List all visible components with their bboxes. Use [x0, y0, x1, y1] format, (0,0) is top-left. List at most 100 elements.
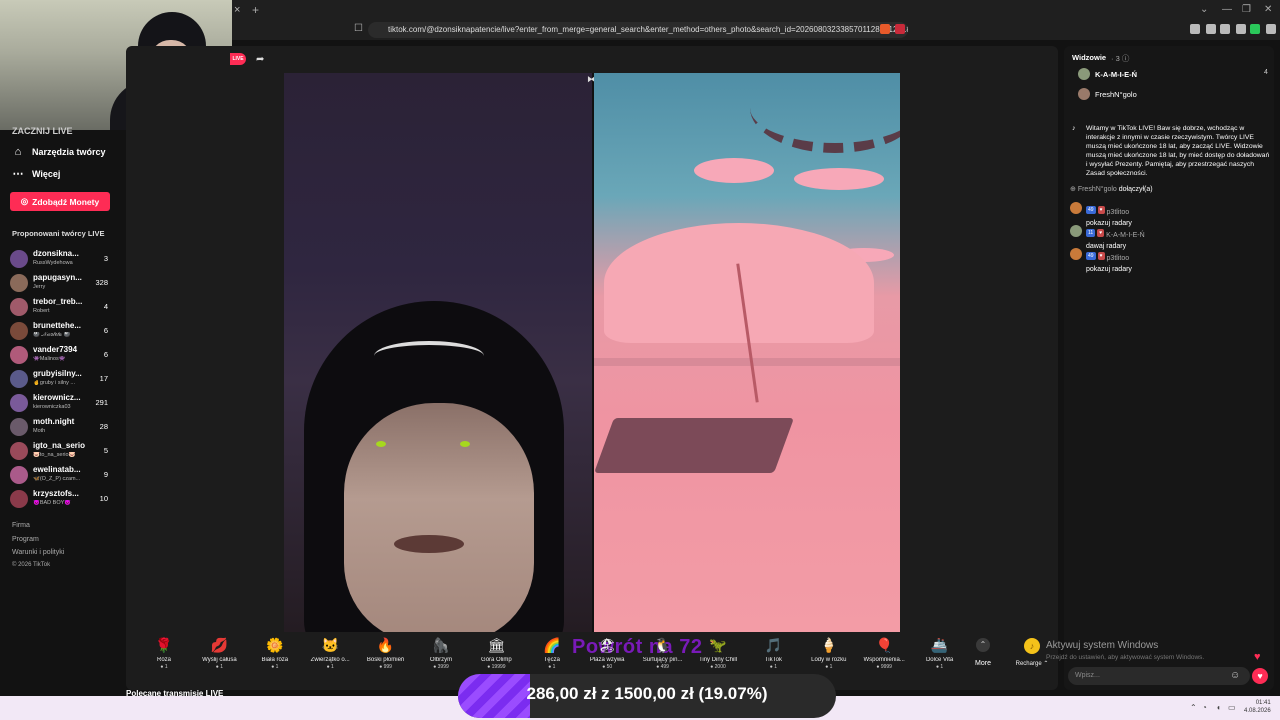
close-window-button[interactable]: ✕ [1264, 4, 1272, 15]
gift-item[interactable]: 🦖 Tiny Diny Chill ● 2000 [690, 636, 746, 676]
suggested-creator[interactable]: vander7394 👾Malinos👾 6 [10, 344, 114, 364]
chat-username[interactable]: p3tlitoo [1107, 255, 1130, 262]
gift-item[interactable]: 🚢 Dolce Vita ● 1 [912, 636, 968, 676]
gift-icon: 🍦 [820, 637, 838, 653]
emoji-icon[interactable]: ☺ [1230, 670, 1240, 681]
footer-link-program[interactable]: Program [12, 536, 39, 543]
suggested-creator[interactable]: moth.night Moth 28 [10, 416, 114, 436]
viewers-count: · 3 ⓘ [1111, 54, 1130, 63]
gift-icon: 🌈 [543, 637, 561, 653]
gift-item[interactable]: 🎈 Wspomnienia... ● 9999 [856, 636, 912, 676]
chat-input[interactable]: Wpisz... [1068, 667, 1250, 685]
windows-activate-sub: Przejdź do ustawień, aby aktywować syste… [1046, 654, 1205, 661]
sidebar-item-start-live[interactable]: ZACZNIJ LIVE [12, 126, 73, 136]
viewer-count: 17 [99, 374, 108, 383]
avatar [1078, 68, 1090, 80]
gift-item[interactable]: 🌹 Róża ● 1 [136, 636, 192, 676]
tab-search-icon[interactable]: ⌄ [1200, 4, 1208, 15]
gift-item[interactable]: 🐧 Surfujący pin... ● 499 [635, 636, 691, 676]
sidebar-item-creator-tools[interactable]: ⌂ Narzędzia twórcy [12, 146, 106, 158]
welcome-notice-text: Witamy w TikTok LIVE! Baw się dobrze, wc… [1086, 125, 1270, 177]
footer-link-terms[interactable]: Warunki i polityki [12, 549, 64, 556]
extension-brave-icon[interactable] [880, 24, 890, 34]
suggested-creator[interactable]: brunettehe... 🎱 𝒩𝒾𝒸𝑜𝓁𝑒𝓉𝒶 🎱 6 [10, 320, 114, 340]
chat-text: pokazuj radary [1086, 266, 1132, 273]
sidebar-item-label: ZACZNIJ LIVE [12, 126, 73, 136]
gift-item[interactable]: 🐱 Zwierzątko o... ● 1 [302, 636, 358, 676]
tray-chevron-icon[interactable]: ⌃ [1190, 703, 1197, 712]
viewer-row[interactable]: K-A-M-I-E-Ń [1078, 68, 1137, 80]
url-field[interactable]: tiktok.com/@dzonsiknapatencie/live?enter… [368, 22, 908, 38]
gift-price-value: 2000 [714, 664, 726, 670]
creator-nickname: kierowniczka03 [33, 404, 71, 410]
suggested-creator[interactable]: kierownicz... kierowniczka03 291 [10, 392, 114, 412]
viewer-count: 328 [95, 278, 108, 287]
creator-nickname: RussWydehowa [33, 260, 73, 266]
like-button[interactable]: ♥ [1252, 668, 1268, 684]
live-badge-label: LIVE [232, 56, 244, 62]
recharge-button[interactable]: ♪ Recharge ⌃ [1014, 638, 1050, 667]
gift-price: ● 19999 [487, 664, 506, 670]
gift-item[interactable]: 🌼 Biała róża ● 1 [247, 636, 303, 676]
join-user[interactable]: FreshN°golo [1078, 186, 1117, 193]
sidebar-item-more[interactable]: ⋯ Więcej [12, 168, 61, 180]
minimize-button[interactable]: — [1222, 4, 1232, 15]
extension-alert-icon[interactable] [895, 24, 905, 34]
join-icon: ⊕ [1070, 186, 1076, 193]
chat-username[interactable]: p3tlitoo [1107, 209, 1130, 216]
extensions-icon[interactable] [1220, 24, 1230, 34]
viewers-title: Widzowie [1072, 53, 1107, 62]
maximize-button[interactable]: ❐ [1242, 4, 1251, 15]
new-tab-button[interactable]: + [252, 3, 259, 17]
suggested-creator[interactable]: ewelinatab... 🦋(O_Z_P) czam... 9 [10, 464, 114, 484]
join-message: ⊕ FreshN°golo dołączył(a) [1070, 185, 1153, 193]
chat-username[interactable]: K-A-M-I-E-Ń [1106, 232, 1145, 239]
eye-right [460, 441, 470, 447]
suggested-creator[interactable]: papugasyn... Jerry 328 [10, 272, 114, 292]
gift-icon: 🔥 [376, 637, 395, 653]
music-icon[interactable] [1190, 24, 1200, 34]
suggested-creator[interactable]: trebor_treb... Robert 4 [10, 296, 114, 316]
gift-item[interactable]: 💋 Wyślij całusa ● 1 [191, 636, 247, 676]
join-text: dołączył(a) [1118, 186, 1153, 193]
gift-icon: 💋 [210, 637, 229, 653]
sidebar-icon[interactable] [1206, 24, 1216, 34]
gift-item[interactable]: 🍦 Lody w rożku ● 1 [801, 636, 857, 676]
gift-item[interactable]: 🦍 Olbrzym ● 3999 [413, 636, 469, 676]
gift-item[interactable]: 🏛 Góra Olimp ● 19999 [468, 636, 524, 676]
gift-name: Róża [156, 657, 171, 663]
get-coins-button[interactable]: ◎ Zdobądź Monety [10, 192, 110, 211]
tray-volume-icon[interactable]: ◖ [1216, 703, 1221, 712]
gift-price-value: 999 [383, 664, 392, 670]
suggested-creator[interactable]: krzysztofs... 😈BAD BOY😈 10 [10, 488, 114, 508]
vpn-icon[interactable] [1250, 24, 1260, 34]
suggested-creator[interactable]: dzonsikna... RussWydehowa 3 [10, 248, 114, 268]
taskbar-clock[interactable]: 01:41 4.08.2026 [1244, 699, 1271, 715]
footer-link-company[interactable]: Firma [12, 522, 30, 529]
gift-item[interactable]: 🏖 Plaża wzywa ● 50 [579, 636, 635, 676]
gift-item[interactable]: 🔥 Boski płomień ● 999 [358, 636, 414, 676]
viewer-count: 28 [99, 422, 108, 431]
avatar [10, 490, 28, 508]
tab-close-button[interactable]: × [234, 4, 240, 16]
gift-item[interactable]: 🎵 TikTok ● 1 [745, 636, 801, 676]
more-gifts-button[interactable]: ⌃ More [968, 638, 998, 667]
menu-icon[interactable] [1266, 24, 1276, 34]
creator-nickname: 🦋(O_Z_P) czam... [33, 476, 81, 482]
shield-icon[interactable] [1236, 24, 1246, 34]
gift-item[interactable]: 🌈 Tęcza ● 1 [524, 636, 580, 676]
gift-price-value: 19999 [491, 664, 506, 670]
gift-icon: 🐱 [321, 637, 339, 653]
suggested-creator[interactable]: igto_na_serio 🐷to_na_serio🐷 5 [10, 440, 114, 460]
share-icon[interactable]: ➦ [256, 54, 264, 65]
suggested-creator[interactable]: grubyisilny... 🤞gruby i silny ... 17 [10, 368, 114, 388]
tray-battery-icon[interactable]: ▭ [1228, 703, 1236, 712]
viewer-score: 4 [1264, 69, 1268, 76]
gift-price: ● 3999 [433, 664, 449, 670]
bookmark-icon[interactable]: ☐ [354, 23, 363, 34]
gift-price-value: 1 [829, 664, 833, 670]
tray-wifi-icon[interactable]: ◔ [1202, 703, 1207, 712]
creator-nickname: 🎱 𝒩𝒾𝒸𝑜𝓁𝑒𝓉𝒶 🎱 [33, 332, 71, 338]
creator-name: dzonsikna... [33, 249, 79, 258]
viewer-row[interactable]: FreshN°golo [1078, 88, 1137, 100]
